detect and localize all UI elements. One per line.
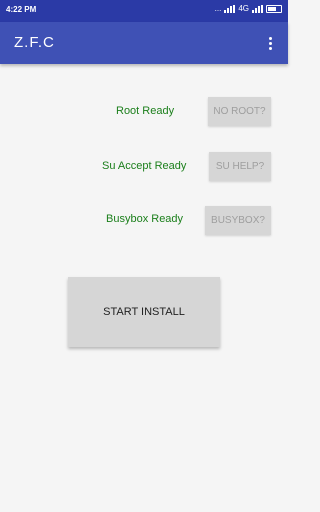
wifi-signal-icon bbox=[252, 4, 263, 13]
status-time: 4:22 PM bbox=[6, 5, 37, 14]
more-vert-icon[interactable] bbox=[262, 32, 278, 54]
signal-icon bbox=[224, 4, 236, 13]
network-type: 4G bbox=[238, 4, 249, 13]
su-help-button[interactable]: SU HELP? bbox=[209, 152, 271, 181]
app-bar: Z.F.C bbox=[0, 22, 288, 64]
start-install-button[interactable]: START INSTALL bbox=[68, 277, 220, 347]
app-title: Z.F.C bbox=[14, 34, 55, 51]
busybox-button[interactable]: BUSYBOX? bbox=[205, 206, 271, 235]
battery-icon bbox=[266, 4, 282, 13]
busybox-ready-label: Busybox Ready bbox=[106, 213, 184, 225]
status-dots: ... bbox=[214, 4, 222, 13]
status-bar: 4:22 PM ... 4G bbox=[0, 0, 288, 22]
no-root-button[interactable]: NO ROOT? bbox=[208, 97, 271, 126]
root-ready-label: Root Ready bbox=[116, 105, 175, 117]
status-icons: ... 4G bbox=[215, 4, 282, 13]
su-accept-ready-label: Su Accept Ready bbox=[102, 160, 187, 172]
